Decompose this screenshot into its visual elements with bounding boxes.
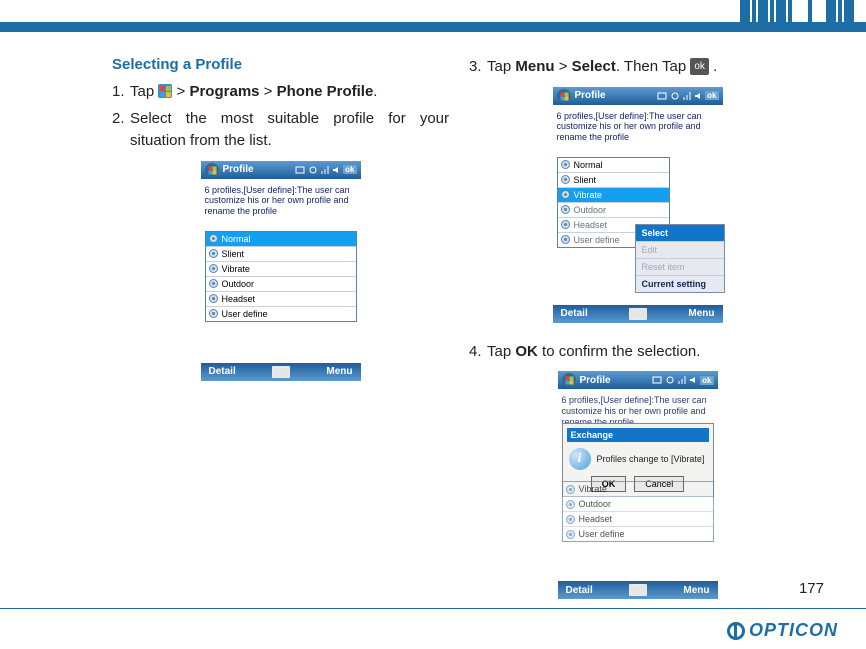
header-stripes: [654, 0, 854, 28]
start-icon: [557, 89, 571, 103]
screenshot-profile-dialog: Profile ok 6 profiles,[User define]:The …: [558, 371, 718, 599]
softkey-menu: Menu: [688, 308, 714, 319]
wm-titlebar: Profile ok: [558, 371, 718, 389]
list-item: Outdoor: [558, 202, 669, 217]
list-item: Normal: [206, 232, 356, 246]
info-icon: [569, 448, 591, 470]
list-item: Headset: [563, 511, 713, 526]
softkey-detail: Detail: [561, 308, 588, 319]
list-item: Outdoor: [563, 496, 713, 511]
volume-icon: [332, 165, 340, 175]
page-number: 177: [799, 580, 824, 597]
menu-item-select: Select: [636, 225, 724, 242]
keyboard-icon: [629, 308, 647, 320]
profile-icon: [209, 309, 218, 318]
wm-titlebar: Profile ok: [553, 87, 723, 105]
profile-icon: [561, 205, 570, 214]
brand-icon: [727, 622, 745, 640]
volume-icon: [689, 375, 697, 385]
signal-icon: [678, 375, 686, 385]
screenshot-profile-menu: Profile ok 6 profiles,[User define]:The …: [553, 87, 723, 323]
profile-icon: [209, 279, 218, 288]
profile-list: Vibrate Outdoor Headset User define: [562, 481, 714, 542]
wm-ok-button: ok: [700, 376, 713, 385]
wm-tray: ok: [657, 91, 718, 101]
profile-icon: [561, 235, 570, 244]
list-item: Vibrate: [558, 187, 669, 202]
step-1: 1. Tap > Programs > Phone Profile.: [112, 81, 449, 104]
step-3: 3. Tap Menu > Select. Then Tap ok .: [469, 56, 806, 79]
wm-tray: ok: [295, 165, 356, 175]
connection-icon: [657, 91, 667, 101]
list-item: Headset: [206, 291, 356, 306]
brand-logo: OPTICON: [727, 620, 838, 641]
softkey-menu: Menu: [683, 585, 709, 596]
wm-titlebar: Profile ok: [201, 161, 361, 179]
profile-icon: [561, 175, 570, 184]
profile-icon: [561, 190, 570, 199]
menu-item-current: Current setting: [636, 276, 724, 292]
step-2: 2. Select the most suitable profile for …: [112, 108, 449, 153]
profile-icon: [209, 294, 218, 303]
signal-icon: [321, 165, 329, 175]
context-menu: Select Edit Reset item Current setting: [635, 224, 725, 293]
softkey-detail: Detail: [209, 366, 236, 377]
softkey-detail: Detail: [566, 585, 593, 596]
radio-icon: [670, 91, 680, 101]
dialog-title: Exchange: [567, 428, 709, 442]
step-4: 4. Tap OK to confirm the selection.: [469, 341, 806, 364]
connection-icon: [652, 375, 662, 385]
profile-icon: [561, 220, 570, 229]
signal-icon: [683, 91, 691, 101]
wm-tray: ok: [652, 375, 713, 385]
keyboard-icon: [629, 584, 647, 596]
list-item: Normal: [558, 158, 669, 172]
ok-chip-icon: ok: [690, 58, 709, 75]
wm-description: 6 profiles,[User define]:The user can cu…: [557, 111, 719, 143]
menu-item-edit: Edit: [636, 242, 724, 259]
section-heading: Selecting a Profile: [112, 56, 449, 73]
radio-icon: [665, 375, 675, 385]
list-item: User define: [206, 306, 356, 321]
keyboard-icon: [272, 366, 290, 378]
wm-softkey-bar: Detail Menu: [558, 581, 718, 599]
windows-icon: [158, 84, 172, 98]
list-item: Slient: [558, 172, 669, 187]
screenshot-profile-normal: Profile ok 6 profiles,[User define]:The …: [201, 161, 361, 381]
softkey-menu: Menu: [326, 366, 352, 377]
volume-icon: [694, 91, 702, 101]
list-item: Vibrate: [563, 482, 713, 496]
profile-icon: [566, 485, 575, 494]
wm-softkey-bar: Detail Menu: [553, 305, 723, 323]
wm-description: 6 profiles,[User define]:The user can cu…: [205, 185, 357, 217]
footer-rule: [0, 608, 866, 609]
menu-item-reset: Reset item: [636, 259, 724, 276]
profile-icon: [209, 264, 218, 273]
wm-softkey-bar: Detail Menu: [201, 363, 361, 381]
profile-icon: [209, 249, 218, 258]
dialog-message: Profiles change to [Vibrate]: [597, 454, 705, 464]
profile-icon: [566, 500, 575, 509]
profile-icon: [209, 234, 218, 243]
start-icon: [562, 373, 576, 387]
profile-icon: [566, 515, 575, 524]
list-item: Vibrate: [206, 261, 356, 276]
profile-icon: [561, 160, 570, 169]
list-item: User define: [563, 526, 713, 541]
list-item: Outdoor: [206, 276, 356, 291]
start-icon: [205, 163, 219, 177]
list-item: Slient: [206, 246, 356, 261]
radio-icon: [308, 165, 318, 175]
connection-icon: [295, 165, 305, 175]
profile-list: Normal Slient Vibrate Outdoor Headset Us…: [205, 231, 357, 322]
profile-icon: [566, 530, 575, 539]
wm-ok-button: ok: [343, 165, 356, 174]
wm-ok-button: ok: [705, 91, 718, 100]
